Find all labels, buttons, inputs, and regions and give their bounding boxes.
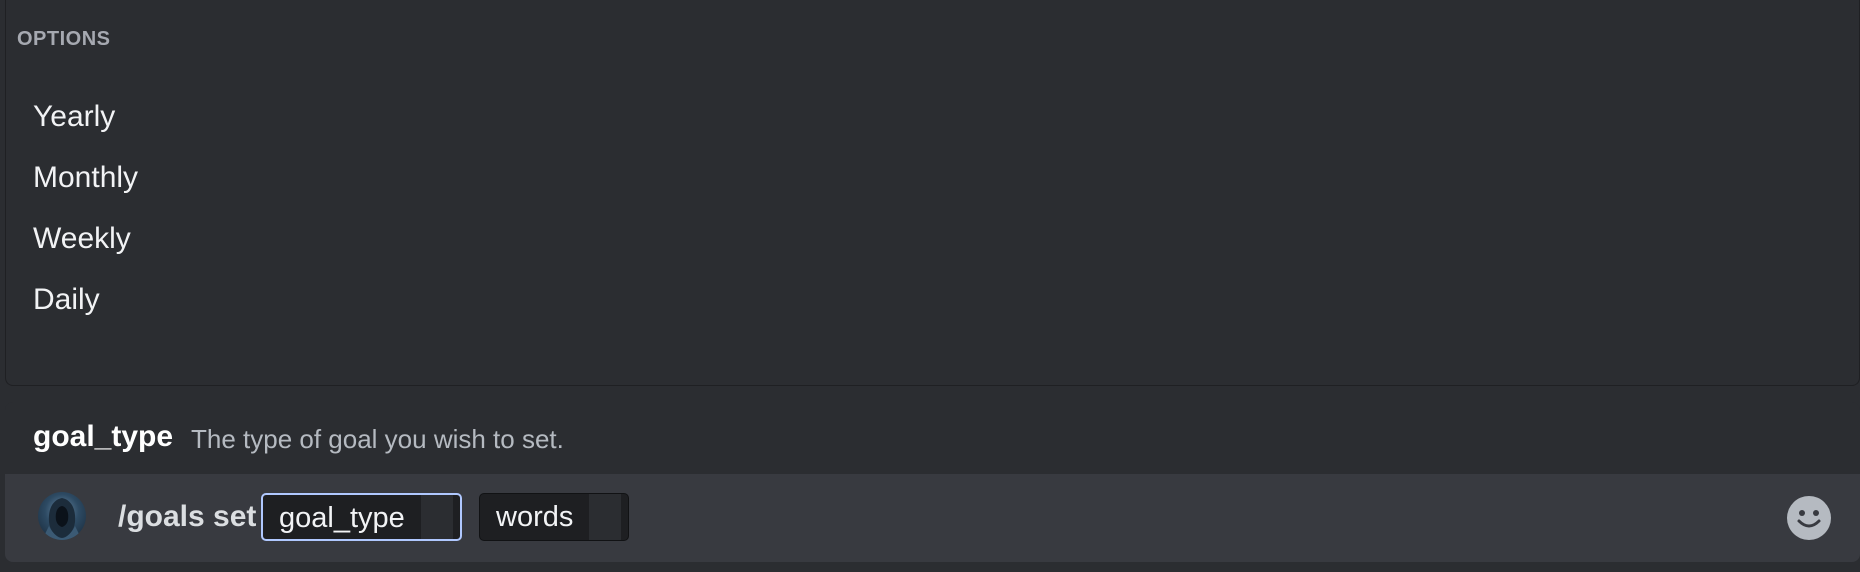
option-monthly[interactable]: Monthly bbox=[33, 161, 138, 195]
param-goal-type[interactable]: goal_type bbox=[261, 493, 462, 541]
hooded-figure-avatar-icon[interactable] bbox=[38, 492, 86, 540]
option-yearly[interactable]: Yearly bbox=[33, 100, 115, 134]
param-words-value[interactable] bbox=[589, 494, 622, 540]
parameter-description: The type of goal you wish to set. bbox=[191, 424, 564, 454]
slash-command: /goals set bbox=[118, 500, 257, 533]
option-daily[interactable]: Daily bbox=[33, 283, 100, 317]
parameter-name: goal_type bbox=[33, 420, 174, 453]
options-header: OPTIONS bbox=[17, 28, 111, 50]
param-words-label: words bbox=[496, 501, 574, 533]
param-goal-type-label: goal_type bbox=[279, 502, 405, 534]
option-weekly[interactable]: Weekly bbox=[33, 222, 131, 256]
slash-command-autocomplete: OPTIONS Yearly Monthly Weekly Daily goal… bbox=[0, 0, 1860, 572]
smiley-face-icon[interactable] bbox=[1787, 496, 1831, 540]
param-words[interactable]: words bbox=[479, 493, 629, 541]
param-goal-type-value[interactable] bbox=[420, 495, 453, 539]
options-panel bbox=[5, 0, 1860, 386]
